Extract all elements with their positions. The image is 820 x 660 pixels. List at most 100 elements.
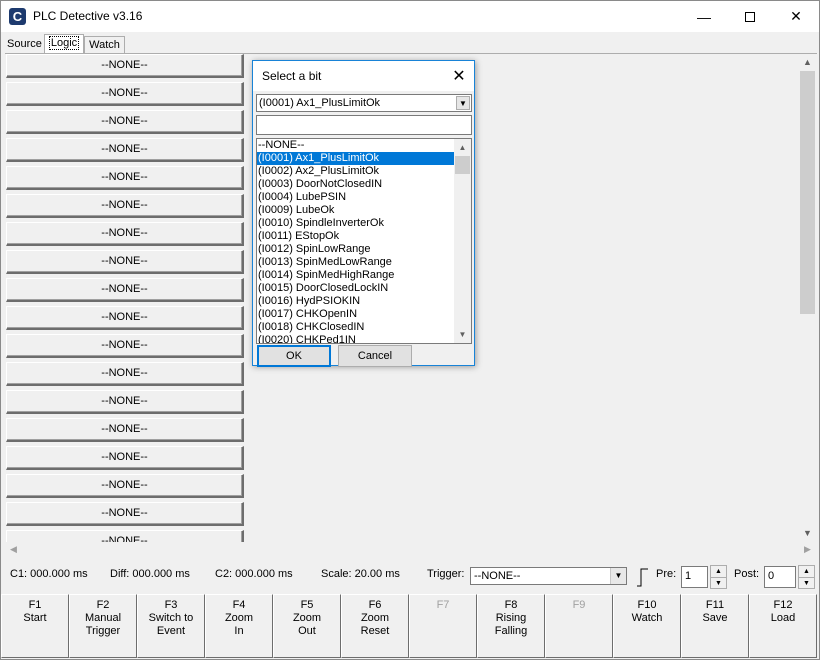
- bit-select-button[interactable]: --NONE--: [6, 530, 244, 542]
- maximize-button[interactable]: [727, 1, 773, 32]
- dialog-title: Select a bit: [262, 69, 322, 83]
- bit-button-list: --NONE-- --NONE-- --NONE-- --NONE-- --NO…: [6, 54, 244, 542]
- chevron-down-icon[interactable]: ▼: [456, 96, 470, 110]
- scroll-down-icon[interactable]: ▼: [454, 326, 471, 343]
- maximize-icon: [745, 11, 755, 22]
- bit-select-button[interactable]: --NONE--: [6, 110, 244, 134]
- list-item[interactable]: (I0004) LubePSIN: [257, 191, 455, 204]
- main-window: C PLC Detective v3.16 — ✕ Source Logic W…: [0, 0, 820, 660]
- bit-select-button[interactable]: --NONE--: [6, 502, 244, 526]
- scroll-up-icon[interactable]: ▲: [799, 54, 816, 71]
- pre-stepper[interactable]: ▲ ▼: [710, 565, 727, 589]
- vertical-scrollbar[interactable]: ▲ ▼: [799, 54, 816, 542]
- list-item[interactable]: (I0002) Ax2_PlusLimitOk: [257, 165, 455, 178]
- close-button[interactable]: ✕: [773, 1, 819, 32]
- bit-select-button[interactable]: --NONE--: [6, 446, 244, 470]
- cursor1-time: C1: 000.000 ms: [10, 568, 88, 580]
- scroll-thumb[interactable]: [800, 71, 815, 314]
- stepper-down-icon[interactable]: ▼: [799, 577, 814, 588]
- bit-filter-input[interactable]: [256, 115, 472, 135]
- close-icon: ✕: [790, 8, 802, 24]
- list-item[interactable]: (I0018) CHKClosedIN: [257, 321, 455, 334]
- list-item[interactable]: (I0016) HydPSIOKIN: [257, 295, 455, 308]
- bit-listbox[interactable]: --NONE-- (I0001) Ax1_PlusLimitOk (I0002) A…: [256, 138, 472, 344]
- trigger-select[interactable]: --NONE-- ▼: [470, 567, 627, 585]
- scale-value: Scale: 20.00 ms: [321, 568, 400, 580]
- bit-combo-value: (I0001) Ax1_PlusLimitOk: [259, 97, 381, 109]
- f7-button[interactable]: F7: [409, 594, 477, 658]
- f6-zoom-reset-button[interactable]: F6 Zoom Reset: [341, 594, 409, 658]
- list-item[interactable]: (I0013) SpinMedLowRange: [257, 256, 455, 269]
- list-item[interactable]: (I0009) LubeOk: [257, 204, 455, 217]
- bit-select-combo[interactable]: (I0001) Ax1_PlusLimitOk ▼: [256, 94, 472, 112]
- list-item[interactable]: (I0020) CHKPed1IN: [257, 334, 455, 343]
- stepper-up-icon[interactable]: ▲: [711, 566, 726, 577]
- f2-manual-trigger-button[interactable]: F2 Manual Trigger: [69, 594, 137, 658]
- bit-select-button[interactable]: --NONE--: [6, 334, 244, 358]
- title-bar: C PLC Detective v3.16 — ✕: [1, 1, 819, 32]
- pre-label: Pre:: [656, 568, 677, 580]
- listbox-scrollbar[interactable]: ▲ ▼: [454, 139, 471, 343]
- bit-select-button[interactable]: --NONE--: [6, 278, 244, 302]
- window-title: PLC Detective v3.16: [33, 9, 143, 23]
- trigger-select-value: --NONE--: [474, 570, 521, 582]
- f8-rising-falling-button[interactable]: F8 Rising Falling: [477, 594, 545, 658]
- list-item[interactable]: --NONE--: [257, 139, 455, 152]
- bit-select-button[interactable]: --NONE--: [6, 418, 244, 442]
- rising-edge-icon[interactable]: [635, 567, 649, 587]
- tab-strip: Source Logic Watch: [5, 34, 125, 54]
- f12-load-button[interactable]: F12 Load: [749, 594, 817, 658]
- minimize-button[interactable]: —: [681, 1, 727, 32]
- list-item[interactable]: (I0012) SpinLowRange: [257, 243, 455, 256]
- bit-select-button[interactable]: --NONE--: [6, 362, 244, 386]
- chevron-down-icon[interactable]: ▼: [610, 568, 626, 584]
- stepper-down-icon[interactable]: ▼: [711, 577, 726, 588]
- f4-zoom-in-button[interactable]: F4 Zoom In: [205, 594, 273, 658]
- list-item[interactable]: (I0015) DoorClosedLockIN: [257, 282, 455, 295]
- app-icon: C: [9, 8, 26, 25]
- ok-button[interactable]: OK: [257, 345, 331, 367]
- scroll-up-icon[interactable]: ▲: [454, 139, 471, 156]
- list-item[interactable]: (I0011) EStopOk: [257, 230, 455, 243]
- bit-select-button[interactable]: --NONE--: [6, 306, 244, 330]
- stepper-up-icon[interactable]: ▲: [799, 566, 814, 577]
- diff-time: Diff: 000.000 ms: [110, 568, 190, 580]
- list-item[interactable]: (I0017) CHKOpenIN: [257, 308, 455, 321]
- scroll-left-icon[interactable]: ◀: [5, 542, 22, 557]
- tab-watch[interactable]: Watch: [84, 36, 125, 54]
- bit-select-button[interactable]: --NONE--: [6, 82, 244, 106]
- tab-source[interactable]: Source: [5, 36, 44, 54]
- list-item[interactable]: (I0001) Ax1_PlusLimitOk: [257, 152, 455, 165]
- minimize-icon: —: [697, 8, 711, 25]
- bit-select-button[interactable]: --NONE--: [6, 250, 244, 274]
- bit-select-button[interactable]: --NONE--: [6, 194, 244, 218]
- f5-zoom-out-button[interactable]: F5 Zoom Out: [273, 594, 341, 658]
- scroll-right-icon[interactable]: ▶: [799, 542, 816, 557]
- horizontal-scrollbar[interactable]: ◀ ▶: [5, 542, 816, 557]
- post-input[interactable]: 0: [764, 566, 796, 588]
- bit-select-button[interactable]: --NONE--: [6, 54, 244, 78]
- f11-save-button[interactable]: F11 Save: [681, 594, 749, 658]
- scroll-down-icon[interactable]: ▼: [799, 525, 816, 542]
- post-stepper[interactable]: ▲ ▼: [798, 565, 815, 589]
- list-item[interactable]: (I0003) DoorNotClosedIN: [257, 178, 455, 191]
- bit-select-button[interactable]: --NONE--: [6, 390, 244, 414]
- cancel-button[interactable]: Cancel: [338, 345, 412, 367]
- bit-select-button[interactable]: --NONE--: [6, 166, 244, 190]
- tab-logic[interactable]: Logic: [43, 34, 85, 54]
- f10-watch-button[interactable]: F10 Watch: [613, 594, 681, 658]
- list-item[interactable]: (I0010) SpindleInverterOk: [257, 217, 455, 230]
- f1-start-button[interactable]: F1 Start: [1, 594, 69, 658]
- bit-list-items: --NONE-- (I0001) Ax1_PlusLimitOk (I0002) A…: [257, 139, 471, 343]
- scroll-thumb[interactable]: [455, 156, 470, 174]
- dialog-close-icon[interactable]: ✕: [448, 66, 470, 88]
- list-item[interactable]: (I0014) SpinMedHighRange: [257, 269, 455, 282]
- f9-button[interactable]: F9: [545, 594, 613, 658]
- select-bit-dialog: Select a bit ✕ (I0001) Ax1_PlusLimitOk ▼…: [252, 60, 475, 367]
- pre-input[interactable]: 1: [681, 566, 708, 588]
- dialog-body: (I0001) Ax1_PlusLimitOk ▼ --NONE-- (I0001…: [253, 91, 474, 367]
- bit-select-button[interactable]: --NONE--: [6, 222, 244, 246]
- bit-select-button[interactable]: --NONE--: [6, 138, 244, 162]
- bit-select-button[interactable]: --NONE--: [6, 474, 244, 498]
- f3-switch-to-event-button[interactable]: F3 Switch to Event: [137, 594, 205, 658]
